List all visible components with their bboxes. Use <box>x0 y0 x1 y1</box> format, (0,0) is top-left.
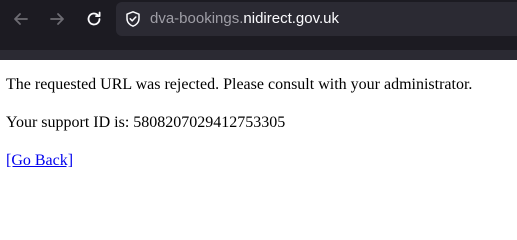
toolbar-tab-strip <box>0 50 517 60</box>
reload-button[interactable] <box>81 6 107 32</box>
url-bar[interactable]: dva-bookings.nidirect.gov.uk <box>116 2 517 36</box>
browser-toolbar: dva-bookings.nidirect.gov.uk <box>0 0 517 60</box>
go-back-link[interactable]: [Go Back] <box>6 152 73 169</box>
url-domain: nidirect.gov.uk <box>243 10 340 27</box>
rejection-message: The requested URL was rejected. Please c… <box>6 76 473 93</box>
forward-button[interactable] <box>44 6 70 32</box>
arrow-left-icon <box>14 13 28 25</box>
url-subdomain: dva-bookings. <box>150 10 244 27</box>
support-id-text: Your support ID is: 5808207029412753305 <box>6 114 286 131</box>
shield-icon[interactable] <box>124 10 142 28</box>
url-text: dva-bookings.nidirect.gov.uk <box>150 10 339 28</box>
back-button[interactable] <box>8 6 34 32</box>
go-back-container: [Go Back] <box>6 151 73 170</box>
reload-icon <box>87 11 101 26</box>
arrow-right-icon <box>50 13 64 25</box>
